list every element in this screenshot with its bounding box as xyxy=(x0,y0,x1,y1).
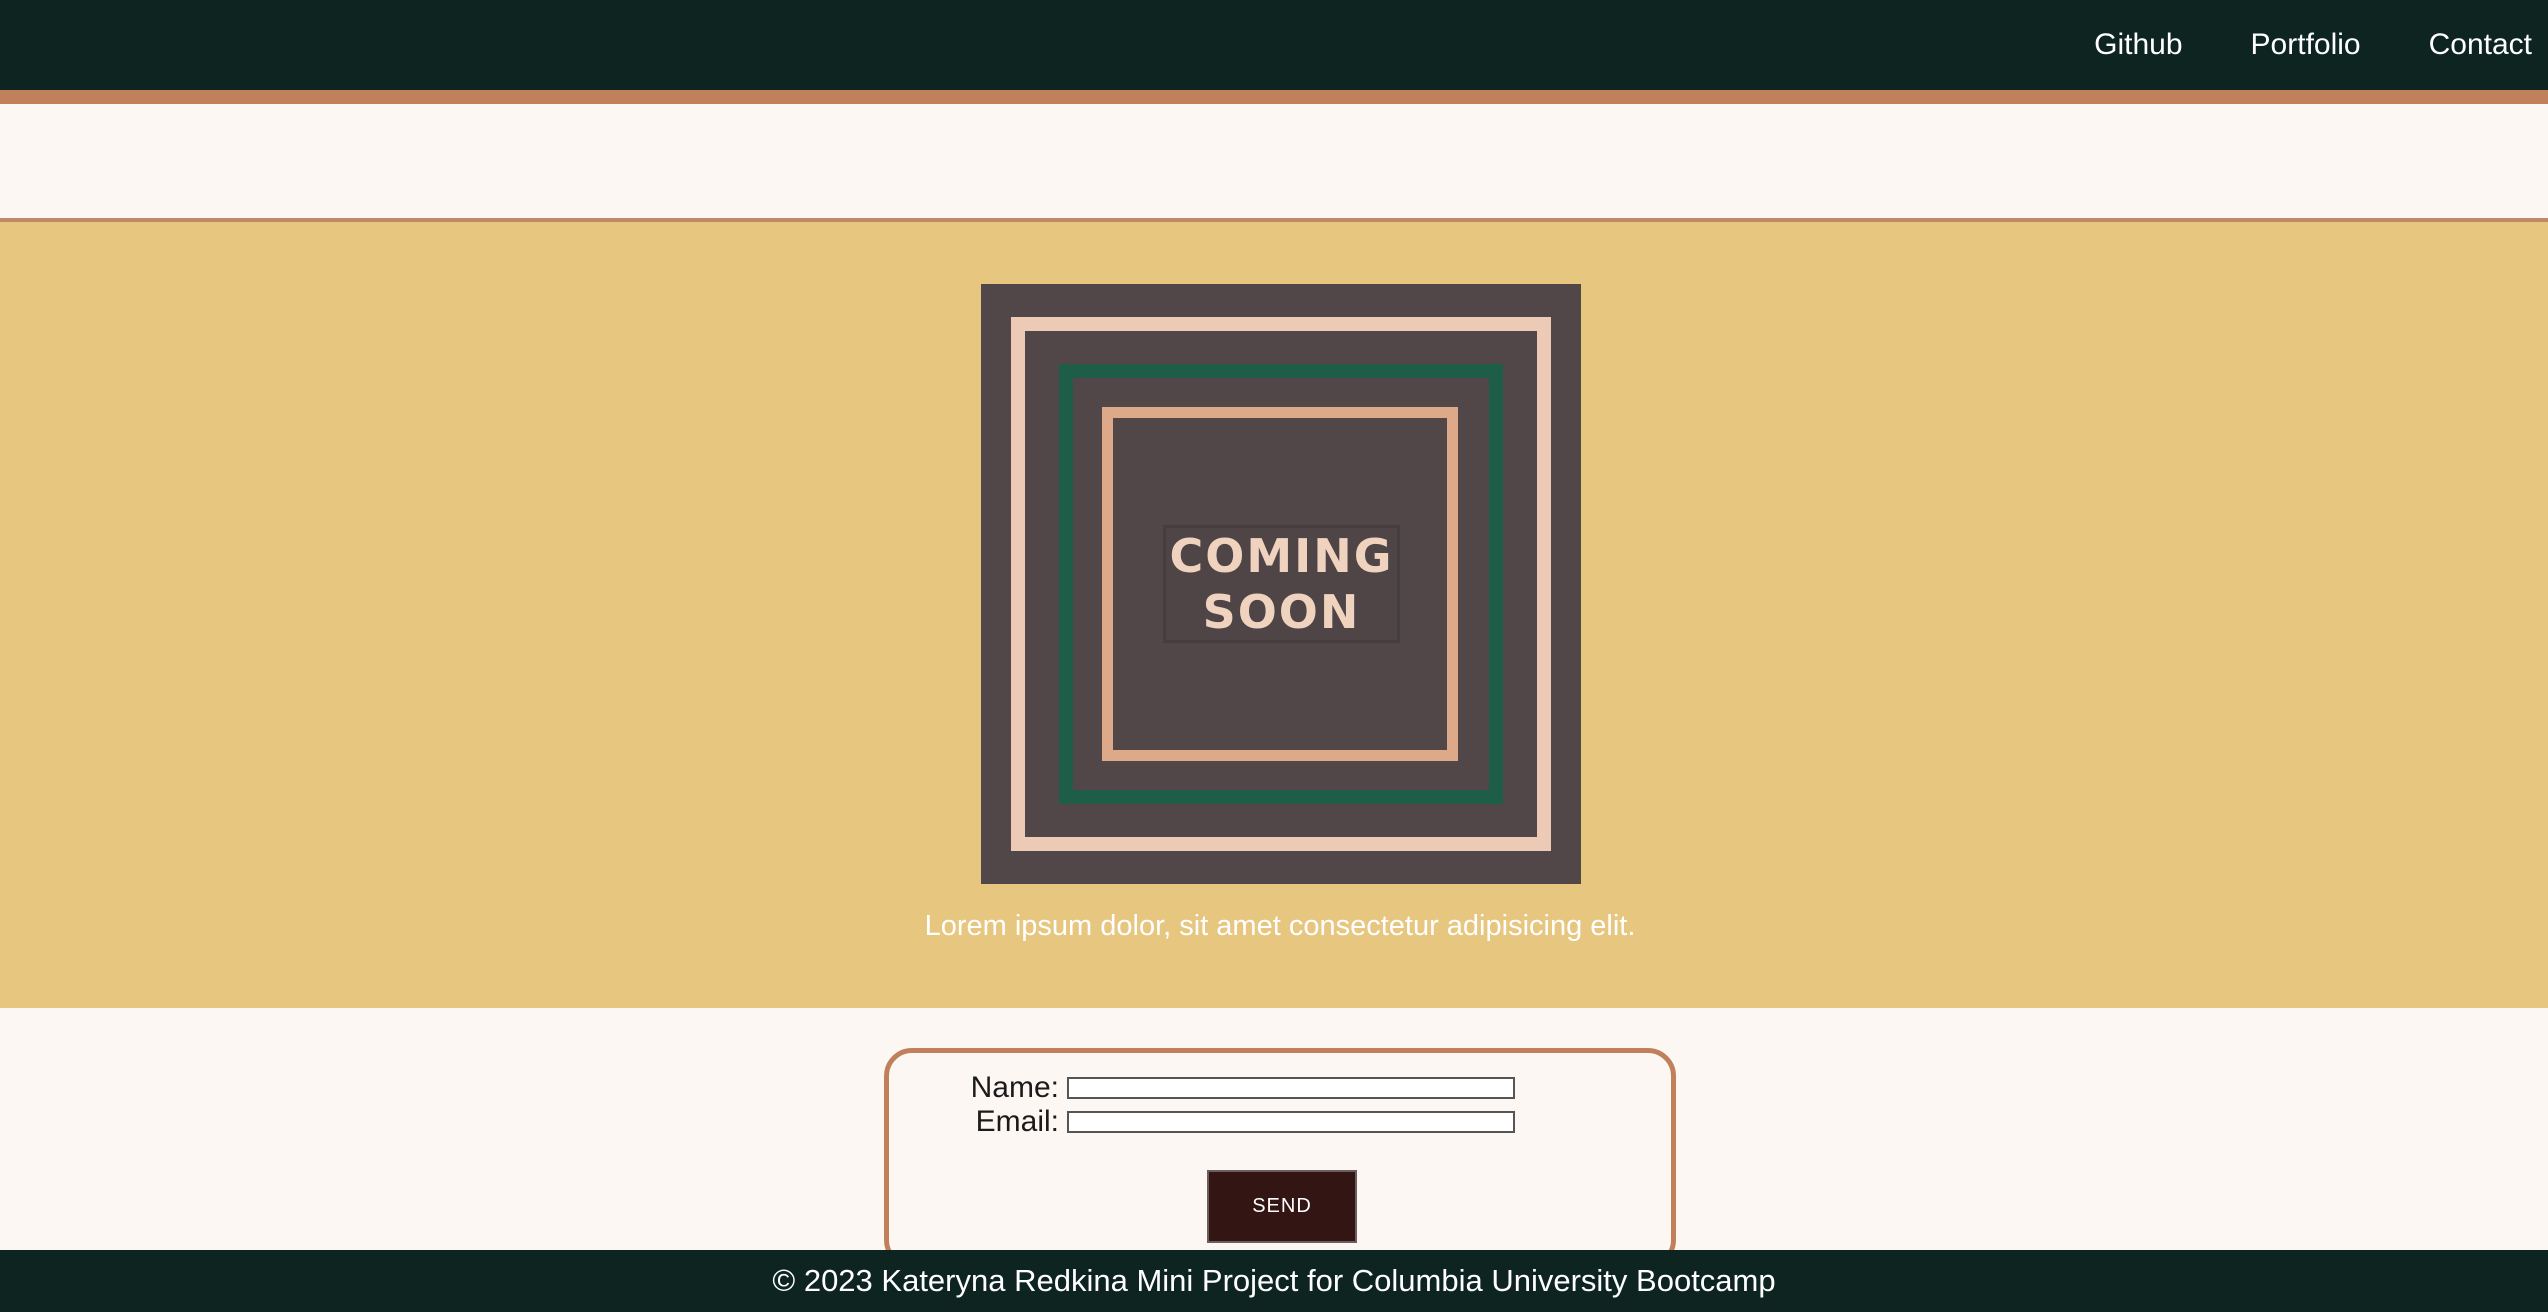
hero-caption: Lorem ipsum dolor, sit amet consectetur … xyxy=(924,910,1636,942)
coming-soon-text: COMING SOON xyxy=(1169,529,1394,639)
name-row: Name: xyxy=(889,1071,1515,1105)
nav-link-portfolio[interactable]: Portfolio xyxy=(2251,28,2361,62)
main-nav: Github Portfolio Contact xyxy=(2026,0,2548,90)
send-button[interactable]: SEND xyxy=(1207,1170,1357,1243)
top-navbar: Github Portfolio Contact xyxy=(0,0,2548,104)
email-row: Email: xyxy=(889,1105,1515,1139)
coming-soon-image: COMING SOON xyxy=(981,284,1581,884)
name-label: Name: xyxy=(970,1071,1059,1104)
email-label: Email: xyxy=(975,1105,1059,1138)
header-band xyxy=(0,104,2548,222)
coming-soon-label-box: COMING SOON xyxy=(1163,525,1400,643)
contact-form: Name: Email: SEND xyxy=(884,1048,1676,1268)
footer-copyright: © 2023 Kateryna Redkina Mini Project for… xyxy=(772,1263,1776,1298)
hero-section: COMING SOON Lorem ipsum dolor, sit amet … xyxy=(0,222,2548,1008)
footer: © 2023 Kateryna Redkina Mini Project for… xyxy=(0,1250,2548,1312)
nav-link-github[interactable]: Github xyxy=(2094,28,2182,62)
nav-link-contact[interactable]: Contact xyxy=(2429,28,2532,62)
name-input[interactable] xyxy=(1067,1077,1515,1099)
email-input[interactable] xyxy=(1067,1111,1515,1133)
